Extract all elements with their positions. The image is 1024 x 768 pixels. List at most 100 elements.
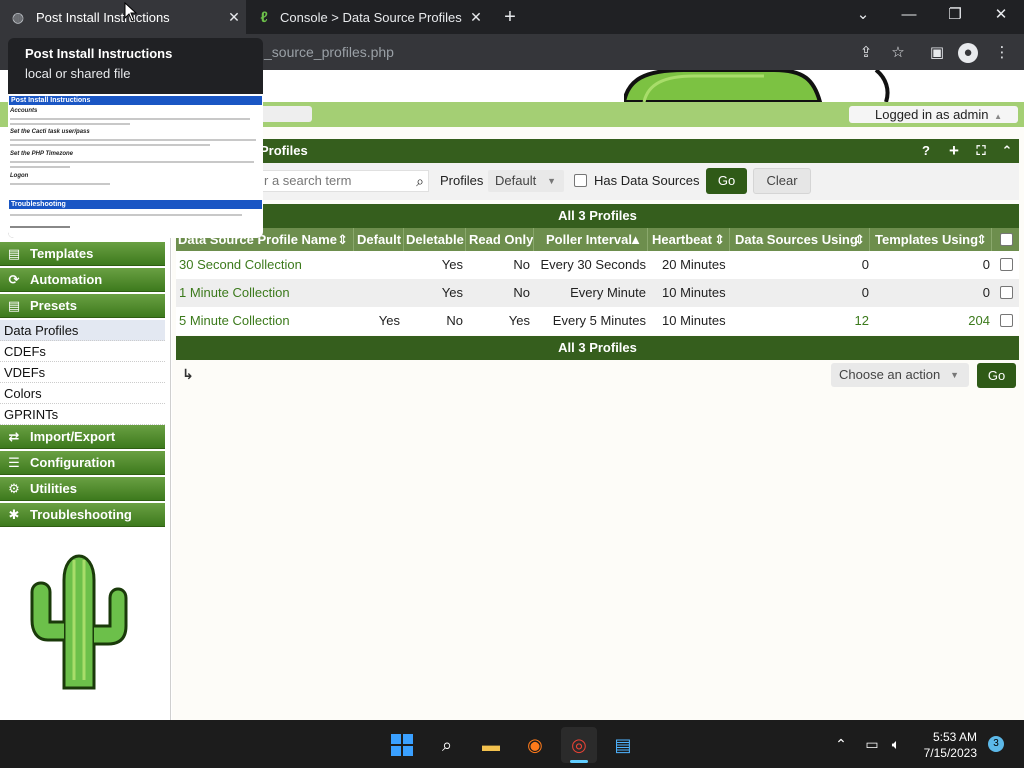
col-deletable[interactable]: Deletable bbox=[404, 228, 466, 251]
select-all-checkbox[interactable] bbox=[1000, 233, 1013, 246]
cell-heartbeat: 10 Minutes bbox=[662, 285, 726, 300]
cell-ds-using: 0 bbox=[861, 257, 869, 272]
troubleshooting-icon: ✱ bbox=[8, 507, 20, 522]
cell-templates-using: 0 bbox=[982, 285, 990, 300]
logged-in-user[interactable]: Logged in as admin ▲ bbox=[849, 106, 1018, 123]
profiles-select[interactable]: Default ▼ bbox=[488, 170, 564, 192]
profile-name-link[interactable]: 1 Minute Collection bbox=[179, 279, 290, 307]
clear-button[interactable]: Clear bbox=[753, 168, 811, 194]
bookmark-star-icon[interactable]: ☆ bbox=[888, 43, 908, 63]
profile-avatar-icon[interactable]: ● bbox=[958, 43, 978, 63]
import-export-icon: ⇄ bbox=[8, 429, 20, 444]
has-data-sources-checkbox[interactable] bbox=[574, 174, 587, 187]
cell-templates-using-link[interactable]: 204 bbox=[870, 307, 990, 335]
col-default[interactable]: Default bbox=[354, 228, 404, 251]
minimize-button[interactable]: — bbox=[886, 0, 932, 34]
preview-section: Accounts bbox=[10, 108, 38, 114]
menu-templates[interactable]: ▤ Templates bbox=[0, 242, 165, 266]
preview-section: Set the Cacti task user/pass bbox=[10, 129, 90, 135]
cell-default bbox=[354, 279, 400, 307]
row-checkbox[interactable] bbox=[1000, 286, 1013, 299]
templates-icon: ▤ bbox=[7, 246, 21, 261]
side-panel-icon[interactable]: ▣ bbox=[927, 43, 947, 63]
preview-text-line bbox=[10, 139, 256, 141]
search-icon[interactable]: ⌕ bbox=[416, 171, 424, 191]
col-templates-using[interactable]: Templates Using ⇕ bbox=[870, 228, 992, 251]
chevron-up-icon[interactable]: ⌃ bbox=[831, 736, 851, 753]
close-window-button[interactable]: ✕ bbox=[978, 0, 1024, 34]
automation-icon: ⟳ bbox=[8, 272, 20, 287]
volume-icon[interactable]: 🔈︎ bbox=[886, 736, 906, 753]
cell-ds-using-link[interactable]: 12 bbox=[730, 307, 869, 335]
sidebar-item-vdefs[interactable]: VDEFs bbox=[0, 362, 165, 383]
has-data-sources-label: Has Data Sources bbox=[594, 173, 700, 188]
menu-kebab-icon[interactable]: ⋮ bbox=[992, 43, 1012, 63]
menu-troubleshooting[interactable]: ✱ Troubleshooting bbox=[0, 503, 165, 527]
sidebar-item-colors[interactable]: Colors bbox=[0, 383, 165, 404]
add-icon[interactable]: + bbox=[946, 142, 962, 159]
share-icon[interactable]: ⇪ bbox=[856, 43, 876, 63]
fullscreen-icon[interactable]: ⛶ bbox=[973, 143, 989, 159]
preview-text-line bbox=[10, 118, 250, 120]
go-button[interactable]: Go bbox=[706, 168, 747, 194]
preview-header: Post Install Instructions bbox=[9, 96, 262, 105]
menu-utilities[interactable]: ⚙ Utilities bbox=[0, 477, 165, 501]
new-tab-button[interactable]: + bbox=[498, 5, 522, 29]
globe-icon: ◍ bbox=[11, 8, 25, 25]
file-explorer-icon[interactable]: ▬ bbox=[473, 727, 509, 763]
menu-automation[interactable]: ⟳ Automation bbox=[0, 268, 165, 292]
close-tab-icon[interactable]: ✕ bbox=[222, 9, 246, 26]
chrome-icon[interactable]: ◎ bbox=[561, 727, 597, 763]
notepad-icon[interactable]: ▤ bbox=[605, 727, 641, 763]
tab-post-install[interactable]: ◍ Post Install Instructions ✕ bbox=[0, 0, 246, 34]
collapse-icon[interactable]: ⌃ bbox=[999, 143, 1015, 159]
notification-badge[interactable]: 3 bbox=[988, 736, 1004, 752]
return-arrow-icon: ↳ bbox=[182, 366, 194, 382]
chevron-down-icon: ▼ bbox=[547, 176, 556, 186]
network-icon[interactable]: ▭ bbox=[862, 736, 882, 753]
profile-count-bottom: All 3 Profiles bbox=[176, 336, 1019, 360]
search-icon[interactable]: ⌕ bbox=[429, 727, 465, 763]
utilities-icon: ⚙ bbox=[8, 481, 20, 496]
sidebar-item-data-profiles[interactable]: Data Profiles bbox=[0, 320, 165, 341]
action-select[interactable]: Choose an action ▼ bbox=[831, 363, 969, 387]
row-checkbox[interactable] bbox=[1000, 314, 1013, 327]
sort-icon: ⇕ bbox=[976, 232, 987, 247]
search-input[interactable]: r a search term ⌕ bbox=[255, 170, 429, 192]
cell-default: Yes bbox=[378, 313, 400, 328]
menu-import-export[interactable]: ⇄ Import/Export bbox=[0, 425, 165, 449]
preview-text-line bbox=[10, 144, 210, 146]
profile-name-link[interactable]: 5 Minute Collection bbox=[179, 307, 290, 335]
clock-date: 7/15/2023 bbox=[923, 746, 977, 760]
row-checkbox[interactable] bbox=[1000, 258, 1013, 271]
panel-header: Profiles bbox=[176, 139, 1019, 163]
url-text[interactable]: _source_profiles.php bbox=[264, 44, 394, 60]
windows-start-icon[interactable] bbox=[384, 727, 420, 763]
restore-button[interactable]: ❐ bbox=[932, 0, 978, 34]
action-go-button[interactable]: Go bbox=[977, 363, 1016, 388]
help-icon[interactable]: ? bbox=[918, 143, 934, 159]
tab-search-button[interactable]: ⌄ bbox=[840, 0, 886, 34]
menu-configuration[interactable]: ☰ Configuration bbox=[0, 451, 165, 475]
sidebar-item-cdefs[interactable]: CDEFs bbox=[0, 341, 165, 362]
preview-troubleshooting: Troubleshooting bbox=[9, 200, 262, 209]
cell-default bbox=[354, 251, 400, 279]
col-heartbeat[interactable]: Heartbeat ⇕ bbox=[648, 228, 730, 251]
profile-name-link[interactable]: 30 Second Collection bbox=[179, 251, 302, 279]
sidebar-item-gprints[interactable]: GPRINTs bbox=[0, 404, 165, 425]
menu-presets[interactable]: ▤ Presets bbox=[0, 294, 165, 318]
col-data-sources-using[interactable]: Data Sources Using ⇕ bbox=[730, 228, 870, 251]
cell-readonly: No bbox=[513, 285, 530, 300]
col-poller-interval[interactable]: Poller Interval ▲ bbox=[534, 228, 648, 251]
cell-poller: Every 5 Minutes bbox=[552, 313, 646, 328]
preview-text-line bbox=[10, 226, 70, 228]
cacti-favicon-icon: ℓ bbox=[260, 8, 268, 26]
profile-count-top: All 3 Profiles bbox=[176, 204, 1019, 228]
cell-heartbeat: 20 Minutes bbox=[662, 257, 726, 272]
tab-console[interactable]: ℓ Console > Data Source Profiles ✕ bbox=[248, 0, 488, 34]
close-tab-icon[interactable]: ✕ bbox=[464, 9, 488, 26]
firefox-icon[interactable]: ◉ bbox=[517, 727, 553, 763]
col-readonly[interactable]: Read Only bbox=[466, 228, 534, 251]
sort-icon: ⇕ bbox=[714, 232, 725, 247]
taskbar-clock[interactable]: 5:53 AM 7/15/2023 bbox=[915, 729, 977, 761]
